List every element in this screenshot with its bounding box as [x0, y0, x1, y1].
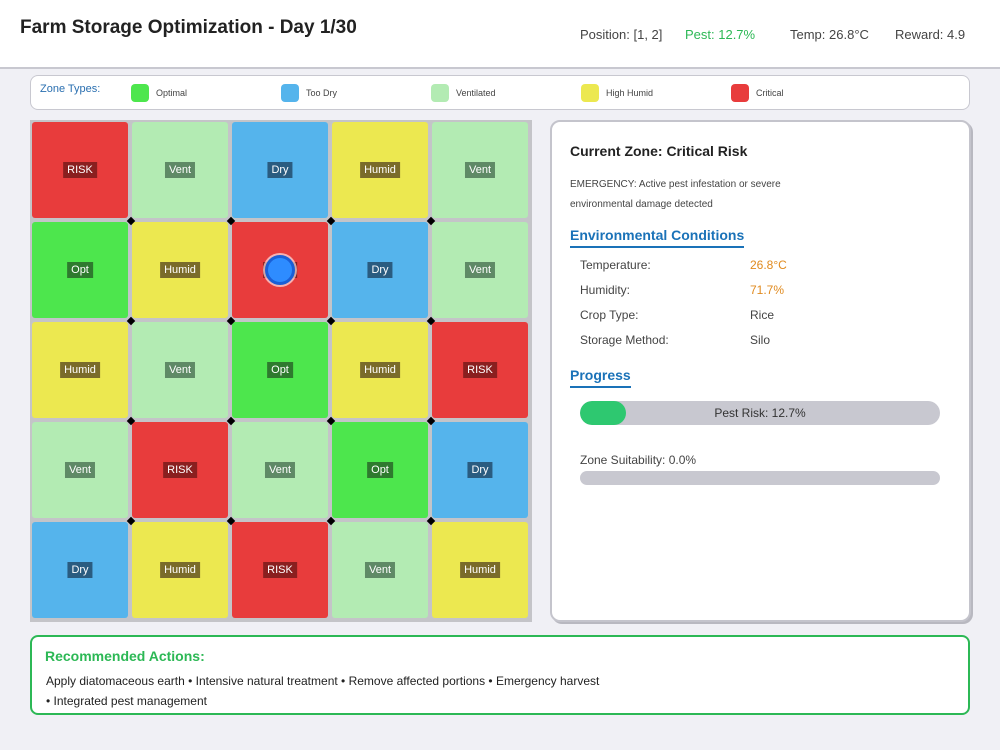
grid-cell: Humid [132, 222, 228, 318]
cell-label: Vent [364, 562, 396, 578]
legend-swatch [731, 84, 749, 102]
grid-cell: Vent [432, 122, 528, 218]
cell-label: Vent [264, 462, 296, 478]
cell-label: Opt [267, 362, 293, 378]
recommended-actions-panel: Recommended Actions: Apply diatomaceous … [30, 635, 970, 715]
grid-cell: Humid [132, 522, 228, 618]
recommended-actions-text: Apply diatomaceous earth • Intensive nat… [46, 674, 600, 708]
current-zone-title: Current Zone: Critical Risk [570, 143, 748, 159]
legend-label: Optimal [156, 88, 188, 98]
zone-suitability-label: Zone Suitability: 0.0% [580, 453, 697, 467]
storage-grid: RISK Vent Dry Humid Vent Opt Humid RISK Dry Vent H… [30, 120, 532, 622]
env-conditions-heading: Environmental Conditions [570, 227, 745, 248]
grid-cell: Vent [232, 422, 328, 518]
grid-cell: Humid [332, 322, 428, 418]
cell-label: Dry [367, 262, 393, 278]
grid-cell: RISK [132, 422, 228, 518]
legend-swatch [131, 84, 149, 102]
cell-label: Vent [464, 162, 496, 178]
grid-cell: Opt [32, 222, 128, 318]
agent-marker [265, 255, 295, 285]
humidity-value: 71.7% [750, 283, 785, 297]
grid-cell: Vent [132, 322, 228, 418]
cell-label: Humid [360, 162, 400, 178]
zone-suitability-bar [580, 471, 940, 485]
cell-label: Humid [360, 362, 400, 378]
cell-label: Vent [164, 162, 196, 178]
grid-cell: Vent [432, 222, 528, 318]
position-readout: Position: [1, 2] [580, 27, 663, 42]
temperature-value: 26.8°C [750, 258, 787, 272]
grid-cell: Vent [332, 522, 428, 618]
cell-label: Humid [160, 262, 200, 278]
grid-cell: RISK [232, 522, 328, 618]
storage-method-value: Silo [750, 333, 771, 347]
zone-description: EMERGENCY: Active pest infestation or se… [570, 179, 781, 210]
cell-label: RISK [463, 362, 497, 378]
header-bar: Farm Storage Optimization - Day 1/30 Pos… [0, 0, 1000, 69]
crop-type-label: Crop Type: [580, 308, 639, 322]
legend-swatch [281, 84, 299, 102]
legend-label: Ventilated [456, 88, 496, 98]
grid-cell: Dry [32, 522, 128, 618]
grid-cell: Vent [32, 422, 128, 518]
legend-label: Too Dry [306, 88, 338, 98]
pest-risk-bar: Pest Risk: 12.7% [580, 401, 940, 425]
zone-info-panel: Current Zone: Critical Risk EMERGENCY: A… [550, 120, 971, 622]
legend-title: Zone Types: [40, 83, 101, 95]
pest-readout: Pest: 12.7% [685, 27, 756, 42]
cell-label: Vent [464, 262, 496, 278]
progress-heading: Progress [570, 367, 631, 388]
cell-label: Dry [267, 162, 293, 178]
grid-cell: Opt [332, 422, 428, 518]
reward-readout: Reward: 4.9 [895, 27, 966, 42]
legend-swatch [431, 84, 449, 102]
recommended-actions-title: Recommended Actions: [45, 648, 205, 664]
legend-label: Critical [756, 88, 784, 98]
cell-label: Vent [64, 462, 96, 478]
grid-cell: Humid [32, 322, 128, 418]
grid-cell: Dry [432, 422, 528, 518]
cell-label: Opt [367, 462, 393, 478]
cell-label: RISK [163, 462, 197, 478]
cell-label: Humid [460, 562, 500, 578]
cell-label: RISK [263, 562, 297, 578]
grid-cell: Humid [432, 522, 528, 618]
zone-legend: Zone Types: Optimal Too Dry Ventilated H… [30, 75, 970, 110]
grid-cell: Dry [332, 222, 428, 318]
grid-cell: RISK [32, 122, 128, 218]
cell-label: Dry [467, 462, 493, 478]
cell-label: Dry [67, 562, 93, 578]
crop-type-value: Rice [750, 308, 775, 322]
page-title: Farm Storage Optimization - Day 1/30 [20, 17, 357, 38]
pest-risk-label: Pest Risk: 12.7% [714, 406, 806, 420]
cell-label: Humid [60, 362, 100, 378]
legend-swatch [581, 84, 599, 102]
grid-cell: Dry [232, 122, 328, 218]
grid-cell: RISK [432, 322, 528, 418]
cell-label: Opt [67, 262, 93, 278]
cell-label: Humid [160, 562, 200, 578]
cell-label: Vent [164, 362, 196, 378]
grid-cell: Opt [232, 322, 328, 418]
grid-cell: Vent [132, 122, 228, 218]
grid-cell: Humid [332, 122, 428, 218]
temp-readout: Temp: 26.8°C [790, 27, 869, 42]
legend-label: High Humid [606, 88, 654, 98]
temperature-label: Temperature: [580, 258, 651, 272]
humidity-label: Humidity: [580, 283, 631, 297]
storage-method-label: Storage Method: [580, 333, 669, 347]
cell-label: RISK [63, 162, 97, 178]
